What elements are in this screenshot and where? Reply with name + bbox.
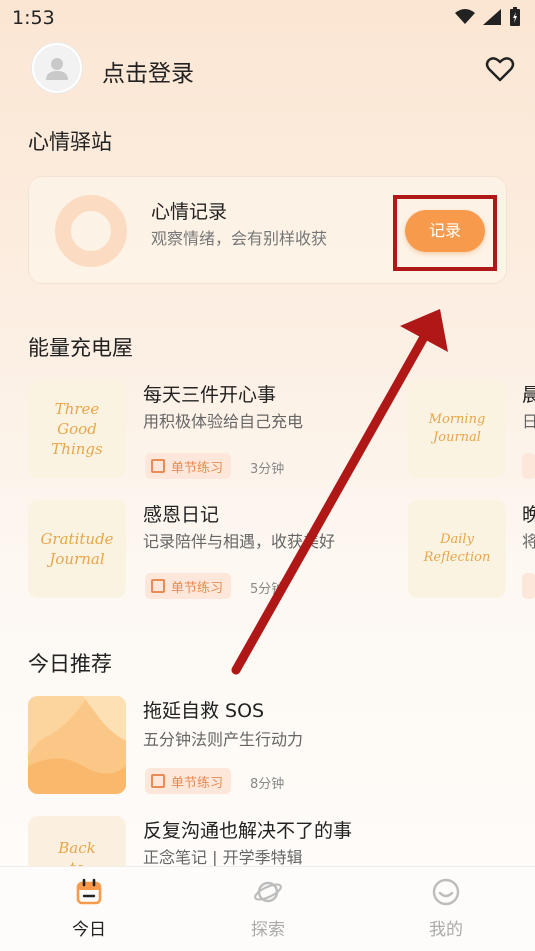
tab-label: 今日 xyxy=(72,920,106,940)
bottom-nav: 今日 探索 我的 xyxy=(0,866,535,951)
tab-explore[interactable]: 探索 xyxy=(228,877,308,940)
planet-icon xyxy=(254,881,282,903)
calendar-icon xyxy=(76,878,102,905)
tab-label: 我的 xyxy=(429,920,463,940)
tab-today[interactable]: 今日 xyxy=(49,877,129,940)
smiley-icon xyxy=(432,878,460,906)
tab-mine[interactable]: 我的 xyxy=(406,877,486,940)
annotation-arrow xyxy=(231,309,448,675)
tab-label: 探索 xyxy=(251,920,285,940)
